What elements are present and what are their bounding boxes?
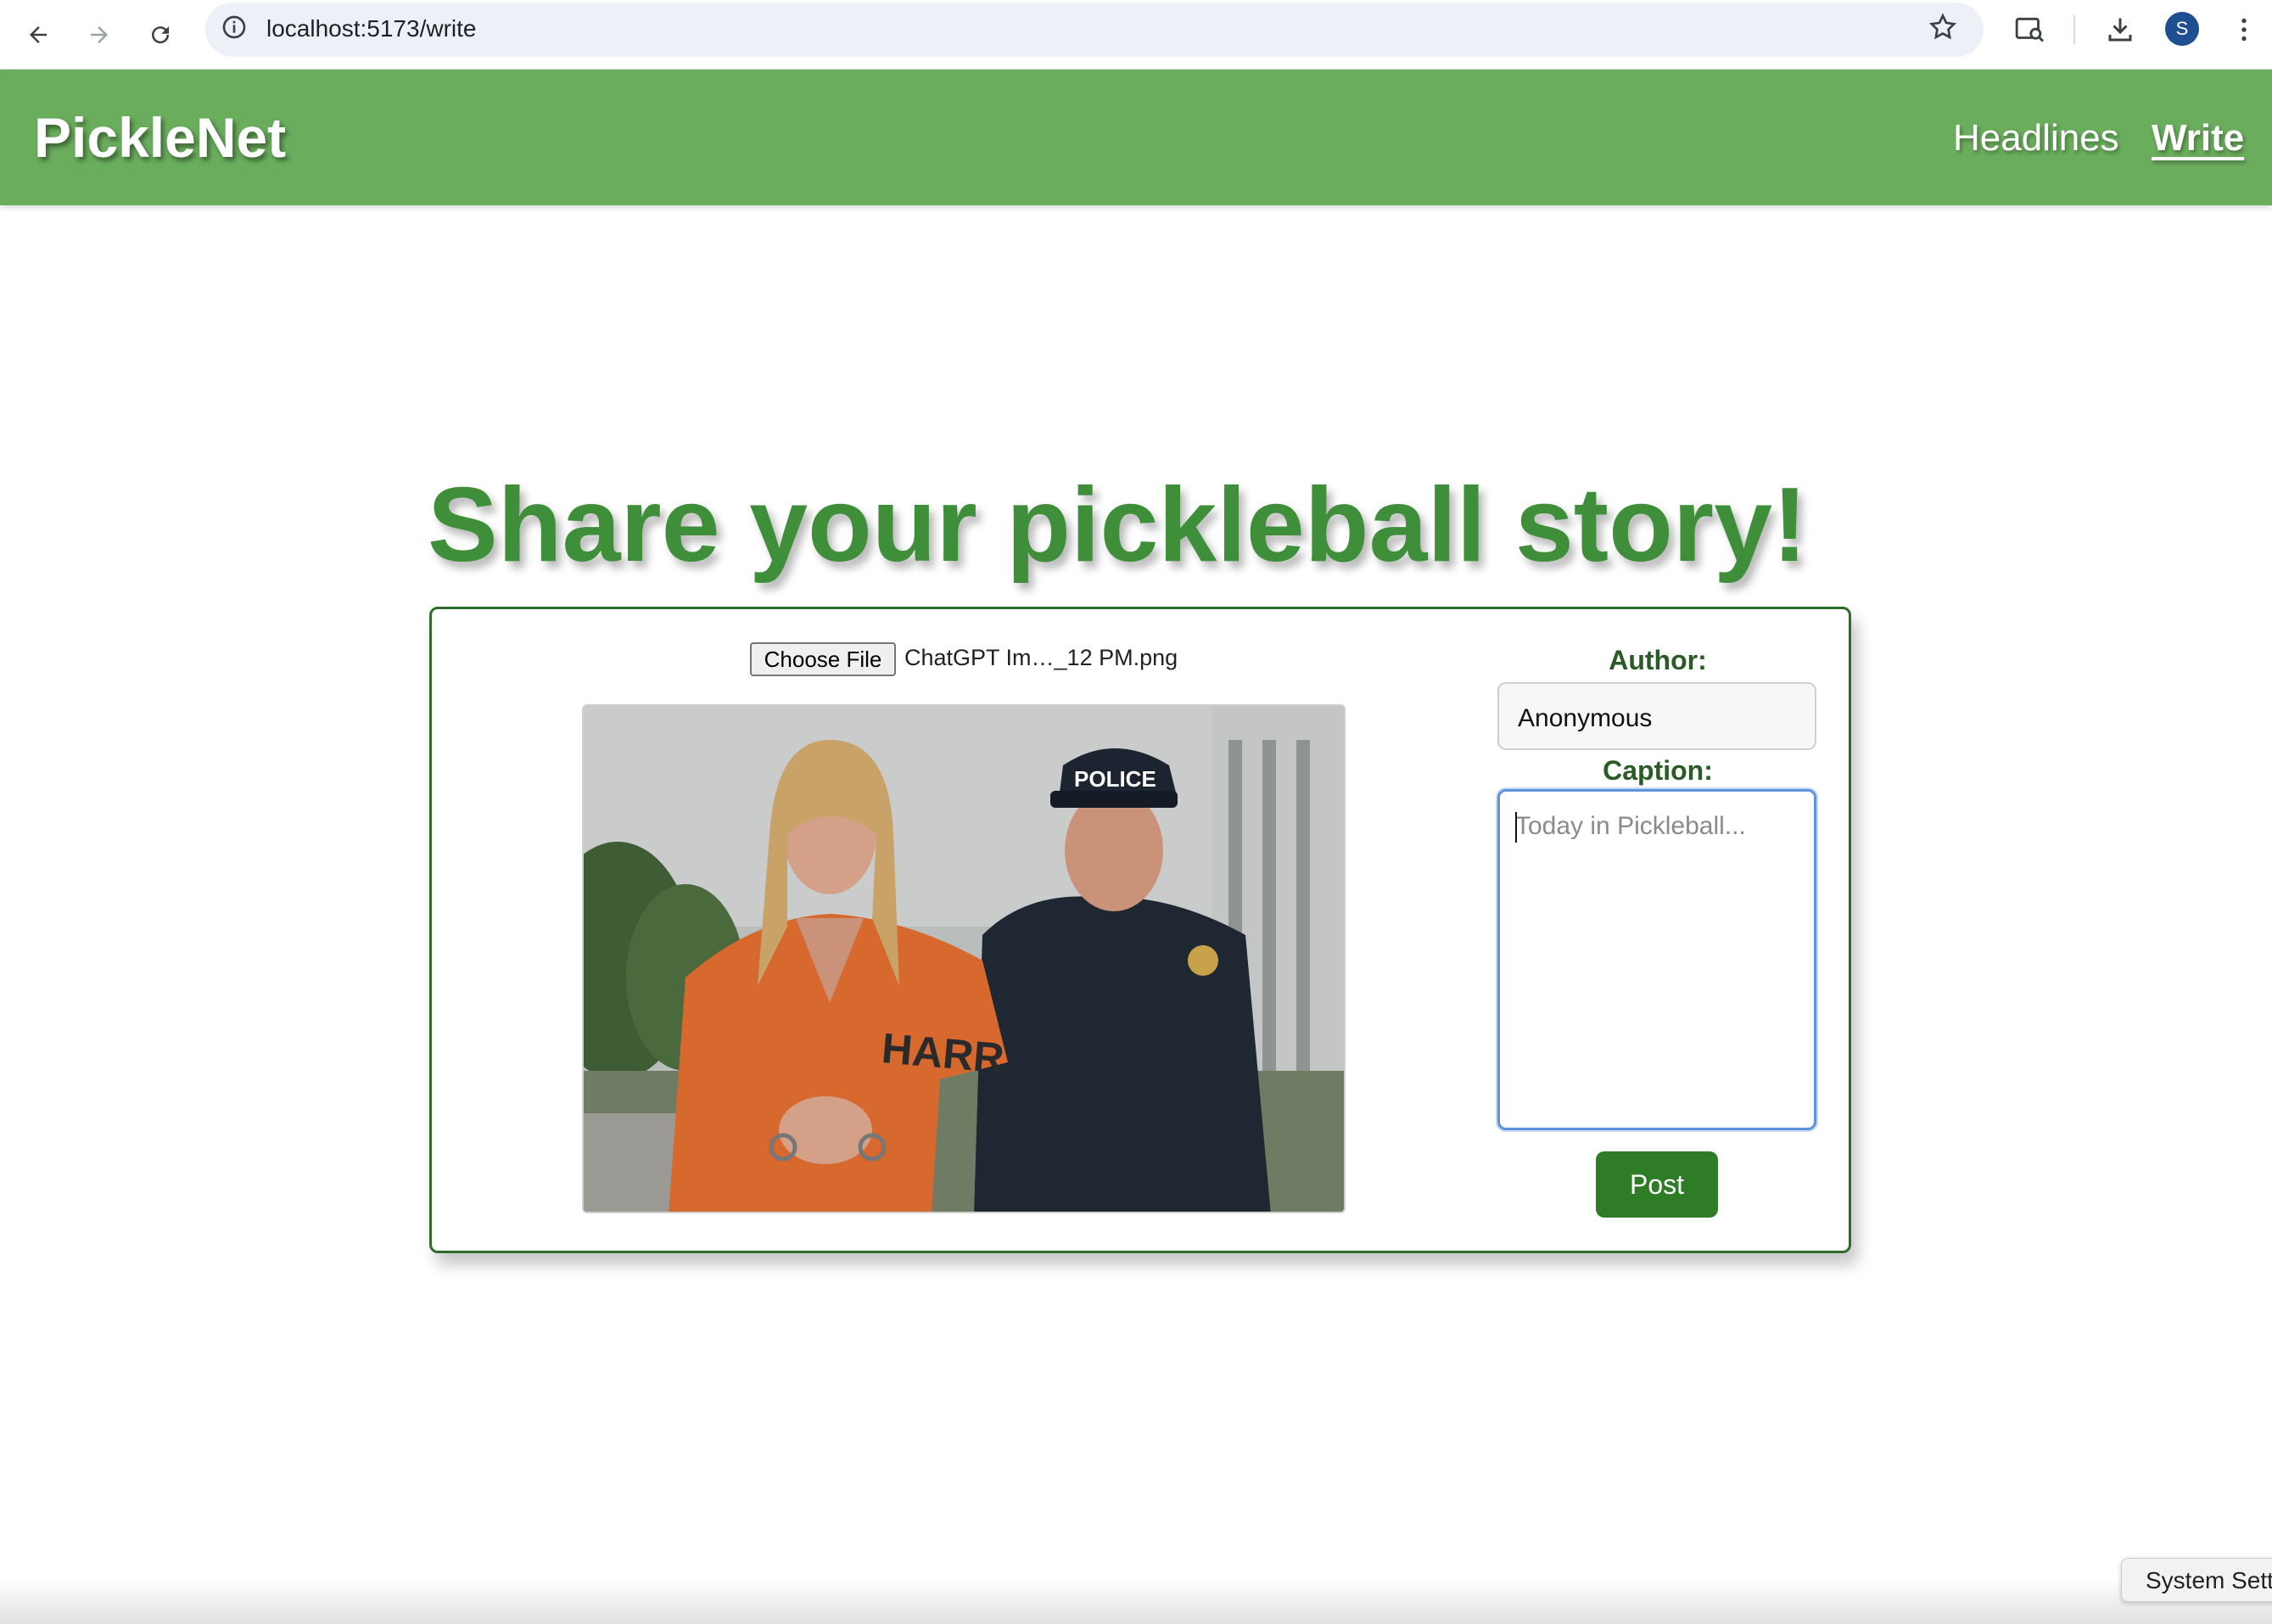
reload-icon[interactable] — [137, 12, 183, 58]
brand-logo-text[interactable]: PickleNet — [34, 105, 286, 170]
caption-textarea[interactable]: Today in Pickleball... — [1497, 789, 1816, 1130]
more-menu-icon[interactable] — [2226, 12, 2262, 48]
toolbar-divider — [2073, 15, 2075, 44]
caption-placeholder: Today in Pickleball... — [1515, 812, 1746, 840]
bookmark-star-icon[interactable] — [1928, 12, 1961, 46]
selected-file-name: ChatGPT Im…_12 PM.png — [904, 645, 1178, 670]
nav-link-write[interactable]: Write — [2152, 117, 2244, 160]
page-title: Share your pickleball story! — [428, 467, 1808, 584]
forward-icon[interactable] — [76, 12, 122, 58]
post-button[interactable]: Post — [1596, 1151, 1718, 1218]
site-info-icon[interactable] — [221, 14, 248, 41]
police-cap-text: POLICE — [1074, 766, 1156, 792]
caption-label: Caption: — [1603, 755, 1713, 786]
nav-link-headlines[interactable]: Headlines — [1953, 117, 2119, 160]
app-header: PickleNet Headlines Write — [0, 70, 2272, 205]
author-label: Author: — [1609, 645, 1707, 675]
text-caret — [1515, 812, 1517, 843]
dock-shadow — [0, 1578, 2272, 1624]
profile-avatar[interactable]: S — [2165, 12, 2199, 46]
back-icon[interactable] — [15, 12, 61, 58]
uploaded-photo-preview: POLICE HARR — [582, 704, 1346, 1213]
url-text[interactable]: localhost:5173/write — [266, 12, 476, 46]
choose-file-button[interactable]: Choose File — [750, 642, 896, 676]
author-input[interactable]: Anonymous — [1497, 682, 1816, 750]
download-icon[interactable] — [2102, 12, 2138, 48]
browser-toolbar: localhost:5173/write S — [0, 0, 2272, 70]
zoom-search-icon[interactable] — [2012, 12, 2048, 48]
system-settings-tooltip: System Sett — [2121, 1558, 2272, 1602]
